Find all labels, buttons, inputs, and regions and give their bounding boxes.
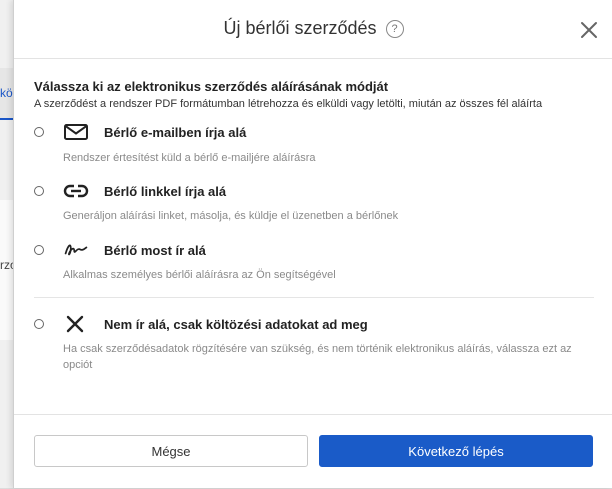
modal-footer: Mégse Következő lépés	[14, 414, 612, 489]
cancel-button[interactable]: Mégse	[34, 435, 308, 467]
option-email-desc: Rendszer értesítést küld a bérlő e-mailj…	[63, 152, 316, 164]
contract-modal: Új bérlői szerződés ? Válassza ki az ele…	[13, 0, 612, 488]
signature-icon	[64, 244, 88, 256]
radio-email[interactable]	[34, 127, 44, 137]
option-sign-now[interactable]: Bérlő most ír alá Alkalmas személyes bér…	[14, 238, 612, 288]
modal-header: Új bérlői szerződés ?	[14, 0, 612, 59]
option-no-sign[interactable]: Nem ír alá, csak költözési adatokat ad m…	[14, 312, 612, 382]
option-link[interactable]: Bérlő linkkel írja alá Generáljon aláírá…	[14, 179, 612, 229]
section-subtext: A szerződést a rendszer PDF formátumban …	[34, 98, 543, 110]
close-button[interactable]	[579, 20, 599, 40]
options-divider	[34, 297, 594, 298]
option-sign-now-desc: Alkalmas személyes bérlői aláírásra az Ö…	[63, 269, 336, 281]
option-link-title: Bérlő linkkel írja alá	[104, 184, 227, 199]
modal-title-row: Új bérlői szerződés ?	[14, 18, 612, 39]
link-icon	[63, 184, 89, 198]
radio-no-sign[interactable]	[34, 319, 44, 329]
option-link-desc: Generáljon aláírási linket, másolja, és …	[63, 210, 399, 222]
option-email[interactable]: Bérlő e-mailben írja alá Rendszer értesí…	[14, 120, 612, 170]
background-tab-label: kö	[0, 86, 13, 100]
radio-link[interactable]	[34, 186, 44, 196]
modal-title: Új bérlői szerződés	[223, 18, 377, 38]
option-email-title: Bérlő e-mailben írja alá	[104, 125, 247, 140]
option-no-sign-desc: Ha csak szerződésadatok rögzítésére van …	[63, 343, 572, 371]
section-heading: Válassza ki az elektronikus szerződés al…	[34, 79, 389, 94]
x-icon	[66, 315, 84, 333]
next-step-button[interactable]: Következő lépés	[319, 435, 593, 467]
envelope-icon	[64, 124, 88, 140]
radio-sign-now[interactable]	[34, 245, 44, 255]
option-sign-now-title: Bérlő most ír alá	[104, 243, 206, 258]
close-icon	[581, 22, 597, 38]
option-no-sign-title: Nem ír alá, csak költözési adatokat ad m…	[104, 317, 368, 332]
question-circle-icon[interactable]: ?	[385, 20, 404, 38]
